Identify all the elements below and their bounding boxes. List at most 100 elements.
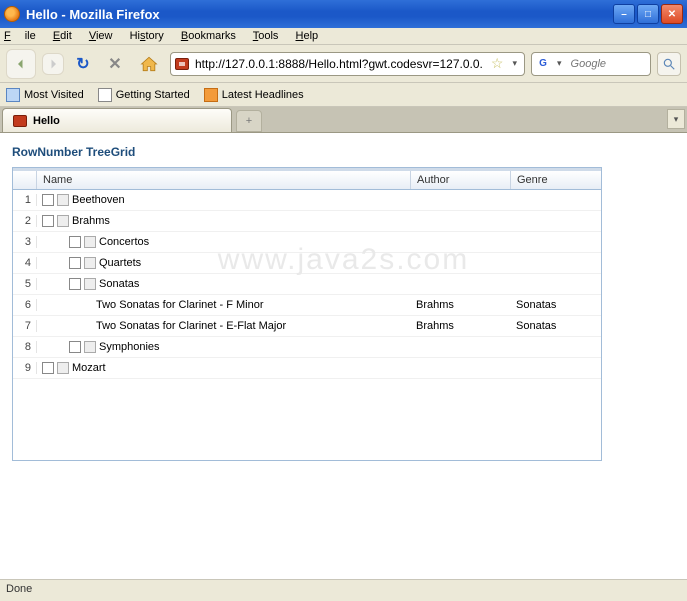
bookmark-getting-started[interactable]: Getting Started	[98, 88, 190, 102]
reload-button[interactable]: ↻	[70, 51, 96, 77]
bookmark-label: Latest Headlines	[222, 89, 304, 101]
header-rownum[interactable]	[13, 171, 37, 189]
expand-toggle-icon[interactable]	[42, 215, 54, 227]
table-row[interactable]: 4 Quartets	[13, 253, 601, 274]
cell-name-text: Symphonies	[99, 341, 160, 353]
search-input[interactable]	[569, 57, 639, 71]
cell-name-text: Mozart	[72, 362, 106, 374]
cell-name-text: Concertos	[99, 236, 149, 248]
menu-bar: File Edit View History Bookmarks Tools H…	[0, 28, 687, 45]
row-number: 8	[13, 341, 37, 353]
site-favicon	[175, 58, 189, 70]
cell-author: Brahms	[411, 299, 511, 311]
expand-toggle-icon[interactable]	[69, 341, 81, 353]
table-row[interactable]: 9 Mozart	[13, 358, 601, 379]
plus-icon: +	[246, 115, 252, 127]
row-number: 5	[13, 278, 37, 290]
cell-name-text: Sonatas	[99, 278, 139, 290]
maximize-button[interactable]: □	[637, 4, 659, 24]
bookmark-latest-headlines[interactable]: Latest Headlines	[204, 88, 304, 102]
table-row[interactable]: 2Brahms	[13, 211, 601, 232]
menu-file[interactable]: File	[4, 30, 36, 42]
header-name[interactable]: Name	[37, 171, 411, 189]
menu-edit[interactable]: Edit	[53, 30, 72, 42]
cell-name: Beethoven	[37, 194, 411, 206]
folder-icon	[84, 278, 96, 290]
close-button[interactable]: ✕	[661, 4, 683, 24]
bookmark-label: Getting Started	[116, 89, 190, 101]
cell-author: Brahms	[411, 320, 511, 332]
menu-help[interactable]: Help	[296, 30, 319, 42]
folder-icon	[57, 194, 69, 206]
menu-view[interactable]: View	[89, 30, 113, 42]
folder-icon	[84, 257, 96, 269]
expand-toggle-icon[interactable]	[42, 362, 54, 374]
cell-name: Two Sonatas for Clarinet - E-Flat Major	[37, 320, 411, 332]
url-input[interactable]	[193, 56, 485, 72]
expand-toggle-icon[interactable]	[69, 257, 81, 269]
tab-strip: Hello + ▾	[0, 107, 687, 133]
search-engine-dropdown[interactable]: ▾	[554, 58, 565, 69]
row-number: 3	[13, 236, 37, 248]
page-heading: RowNumber TreeGrid	[12, 145, 675, 159]
page-icon	[98, 88, 112, 102]
stop-button[interactable]: ✕	[102, 51, 128, 77]
cell-name: Brahms	[37, 215, 411, 227]
cell-name: Quartets	[37, 257, 411, 269]
table-row[interactable]: 3 Concertos	[13, 232, 601, 253]
tab-active[interactable]: Hello	[2, 108, 232, 132]
table-row[interactable]: 1 Beethoven	[13, 190, 601, 211]
row-number: 4	[13, 257, 37, 269]
cell-name: Mozart	[37, 362, 411, 374]
expand-toggle-icon[interactable]	[69, 236, 81, 248]
folder-icon	[57, 215, 69, 227]
minimize-button[interactable]: –	[613, 4, 635, 24]
table-row[interactable]: 7Two Sonatas for Clarinet - E-Flat Major…	[13, 316, 601, 337]
header-genre[interactable]: Genre	[511, 171, 601, 189]
google-icon: G	[536, 57, 550, 71]
row-number: 7	[13, 320, 37, 332]
table-row[interactable]: 8 Symphonies	[13, 337, 601, 358]
row-number: 1	[13, 194, 37, 206]
cell-genre: Sonatas	[511, 299, 601, 311]
folder-icon	[84, 236, 96, 248]
firefox-icon	[4, 6, 20, 22]
url-bar[interactable]: ☆ ▾	[170, 52, 525, 76]
row-number: 6	[13, 299, 37, 311]
cell-name-text: Quartets	[99, 257, 141, 269]
rss-icon	[204, 88, 218, 102]
tab-list-dropdown[interactable]: ▾	[667, 109, 685, 129]
expand-toggle-icon[interactable]	[42, 194, 54, 206]
row-number: 9	[13, 362, 37, 374]
cell-name-text: Brahms	[72, 215, 110, 227]
search-bar[interactable]: G ▾	[531, 52, 651, 76]
table-row[interactable]: 5 Sonatas	[13, 274, 601, 295]
back-button[interactable]	[6, 49, 36, 79]
forward-button[interactable]	[42, 53, 64, 75]
cell-name-text: Beethoven	[72, 194, 125, 206]
url-dropdown-arrow[interactable]: ▾	[509, 58, 520, 69]
search-go-button[interactable]	[657, 52, 681, 76]
window-title: Hello - Mozilla Firefox	[26, 7, 611, 22]
home-button[interactable]	[134, 49, 164, 79]
page-content: RowNumber TreeGrid Name Author Genre 1 Be…	[0, 133, 687, 563]
cell-name-text: Two Sonatas for Clarinet - F Minor	[96, 299, 264, 311]
folder-icon	[84, 341, 96, 353]
bookmarks-toolbar: Most Visited Getting Started Latest Head…	[0, 83, 687, 107]
header-author[interactable]: Author	[411, 171, 511, 189]
expand-toggle-icon[interactable]	[69, 278, 81, 290]
new-tab-button[interactable]: +	[236, 110, 262, 132]
menu-bookmarks[interactable]: Bookmarks	[181, 30, 236, 42]
menu-history[interactable]: History	[130, 30, 164, 42]
cell-name: Sonatas	[37, 278, 411, 290]
cell-name: Symphonies	[37, 341, 411, 353]
menu-tools[interactable]: Tools	[253, 30, 279, 42]
grid-body: 1 Beethoven 2Brahms 3 Concertos 4 Quartets 5 Son…	[13, 190, 601, 460]
table-row[interactable]: 6 Two Sonatas for Clarinet - F Minor Brahm…	[13, 295, 601, 316]
bookmark-star-icon[interactable]: ☆	[489, 55, 506, 72]
tree-grid: Name Author Genre 1 Beethoven 2Brahms 3 Conc…	[12, 167, 602, 461]
bookmark-most-visited[interactable]: Most Visited	[6, 88, 84, 102]
cell-name: Concertos	[37, 236, 411, 248]
page-icon	[6, 88, 20, 102]
status-bar: Done	[0, 579, 687, 601]
